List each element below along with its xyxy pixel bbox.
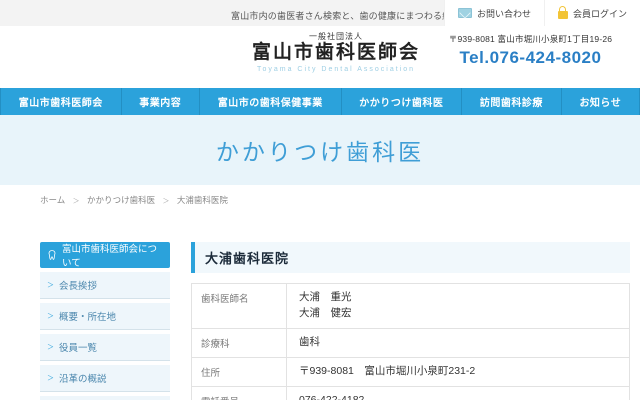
org-type: 一般社団法人 xyxy=(230,31,442,42)
row-label: 住所 xyxy=(192,357,287,386)
topbar-buttons: お問い合わせ 会員ログイン xyxy=(444,0,640,26)
nav-item-association[interactable]: 富山市歯科医師会 xyxy=(0,88,122,115)
breadcrumb-home[interactable]: ホーム xyxy=(40,195,65,205)
nav-item-visiting-care[interactable]: 訪問歯科診療 xyxy=(462,88,562,115)
site-name-en: Toyama City Dental Association xyxy=(230,66,442,73)
page-title: かかりつけ歯科医 xyxy=(216,133,424,167)
chevron-right-icon: ＞ xyxy=(47,280,54,290)
sidebar-item-label: 会長挨拶 xyxy=(59,278,97,292)
row-value: 076-422-4182 xyxy=(287,386,630,400)
clinic-name-heading: 大浦歯科医院 xyxy=(191,242,630,273)
mail-icon xyxy=(458,8,472,18)
global-nav: 富山市歯科医師会 事業内容 富山市の歯科保健事業 かかりつけ歯科医 訪問歯科診療… xyxy=(0,88,640,115)
nav-item-family-dentist[interactable]: かかりつけ歯科医 xyxy=(342,88,463,115)
nav-item-business[interactable]: 事業内容 xyxy=(122,88,201,115)
hero-banner: かかりつけ歯科医 xyxy=(0,115,640,185)
breadcrumb-family-dentist[interactable]: かかりつけ歯科医 xyxy=(87,195,155,205)
member-login-label: 会員ログイン xyxy=(573,7,627,20)
row-value: 歯科 xyxy=(287,328,630,357)
clinic-info-table: 歯科医師名 大浦 重光 大浦 健宏 診療科 歯科 住所 〒939-8081 富山… xyxy=(191,283,630,400)
dentist-name-2: 大浦 健宏 xyxy=(299,306,617,322)
sidebar-item-label: 概要・所在地 xyxy=(59,309,116,323)
sidebar: 富山市歯科医師会について ＞ 会長挨拶 ＞ 概要・所在地 ＞ 役員一覧 ＞ 沿革… xyxy=(40,242,170,400)
sidebar-item-label: 沿革の概説 xyxy=(59,371,107,385)
row-value: 〒939-8081 富山市堀川小泉町231-2 xyxy=(287,357,630,386)
row-label: 診療科 xyxy=(192,328,287,357)
chevron-right-icon: ＞ xyxy=(47,342,54,352)
sidebar-item-history-outline[interactable]: ＞ 沿革の概説 xyxy=(40,365,170,392)
table-row-dentist-names: 歯科医師名 大浦 重光 大浦 健宏 xyxy=(192,284,630,329)
header-contact: 〒939-8081 富山市堀川小泉町1丁目19-26 Tel.076-424-8… xyxy=(433,33,628,68)
top-utility-bar: 富山市内の歯医者さん検索と、歯の健康にまつわる総合情報サイト お問い合わせ 会員… xyxy=(0,0,640,26)
sidebar-header-about[interactable]: 富山市歯科医師会について xyxy=(40,242,170,268)
row-value: 大浦 重光 大浦 健宏 xyxy=(287,284,630,329)
site-name: 富山市歯科医師会 xyxy=(230,42,442,65)
table-row-address: 住所 〒939-8081 富山市堀川小泉町231-2 xyxy=(192,357,630,386)
breadcrumb-current: 大浦歯科医院 xyxy=(177,195,228,205)
nav-item-health-programs[interactable]: 富山市の歯科保健事業 xyxy=(200,88,342,115)
lock-icon xyxy=(558,11,568,19)
dentist-name-1: 大浦 重光 xyxy=(299,290,617,306)
contact-button-label: お問い合わせ xyxy=(477,7,531,20)
sidebar-item-greeting[interactable]: ＞ 会長挨拶 xyxy=(40,272,170,299)
header-address: 〒939-8081 富山市堀川小泉町1丁目19-26 xyxy=(433,33,628,45)
content-area: 富山市歯科医師会について ＞ 会長挨拶 ＞ 概要・所在地 ＞ 役員一覧 ＞ 沿革… xyxy=(0,242,640,400)
sidebar-header-label: 富山市歯科医師会について xyxy=(62,241,164,269)
chevron-right-icon: ＞ xyxy=(47,373,54,383)
table-row-department: 診療科 歯科 xyxy=(192,328,630,357)
sidebar-item-officers[interactable]: ＞ 役員一覧 xyxy=(40,334,170,361)
sidebar-item-history[interactable]: ＞ 歴史 xyxy=(40,396,170,400)
row-label: 歯科医師名 xyxy=(192,284,287,329)
breadcrumb-separator-icon: ＞ xyxy=(73,198,80,205)
site-header: 一般社団法人 富山市歯科医師会 Toyama City Dental Assoc… xyxy=(0,26,640,88)
tooth-icon xyxy=(46,249,58,261)
site-logo[interactable]: 一般社団法人 富山市歯科医師会 Toyama City Dental Assoc… xyxy=(230,31,442,73)
main-content: 大浦歯科医院 歯科医師名 大浦 重光 大浦 健宏 診療科 歯科 住所 〒939-… xyxy=(191,242,630,400)
breadcrumb: ホーム ＞ かかりつけ歯科医 ＞ 大浦歯科医院 xyxy=(40,194,640,206)
sidebar-item-label: 役員一覧 xyxy=(59,340,97,354)
member-login-button[interactable]: 会員ログイン xyxy=(544,0,640,26)
nav-item-news[interactable]: お知らせ xyxy=(562,88,640,115)
contact-button[interactable]: お問い合わせ xyxy=(444,0,544,26)
table-row-phone: 電話番号 076-422-4182 xyxy=(192,386,630,400)
breadcrumb-separator-icon: ＞ xyxy=(162,198,169,205)
row-label: 電話番号 xyxy=(192,386,287,400)
chevron-right-icon: ＞ xyxy=(47,311,54,321)
sidebar-item-overview-location[interactable]: ＞ 概要・所在地 xyxy=(40,303,170,330)
header-phone: Tel.076-424-8020 xyxy=(433,48,628,68)
